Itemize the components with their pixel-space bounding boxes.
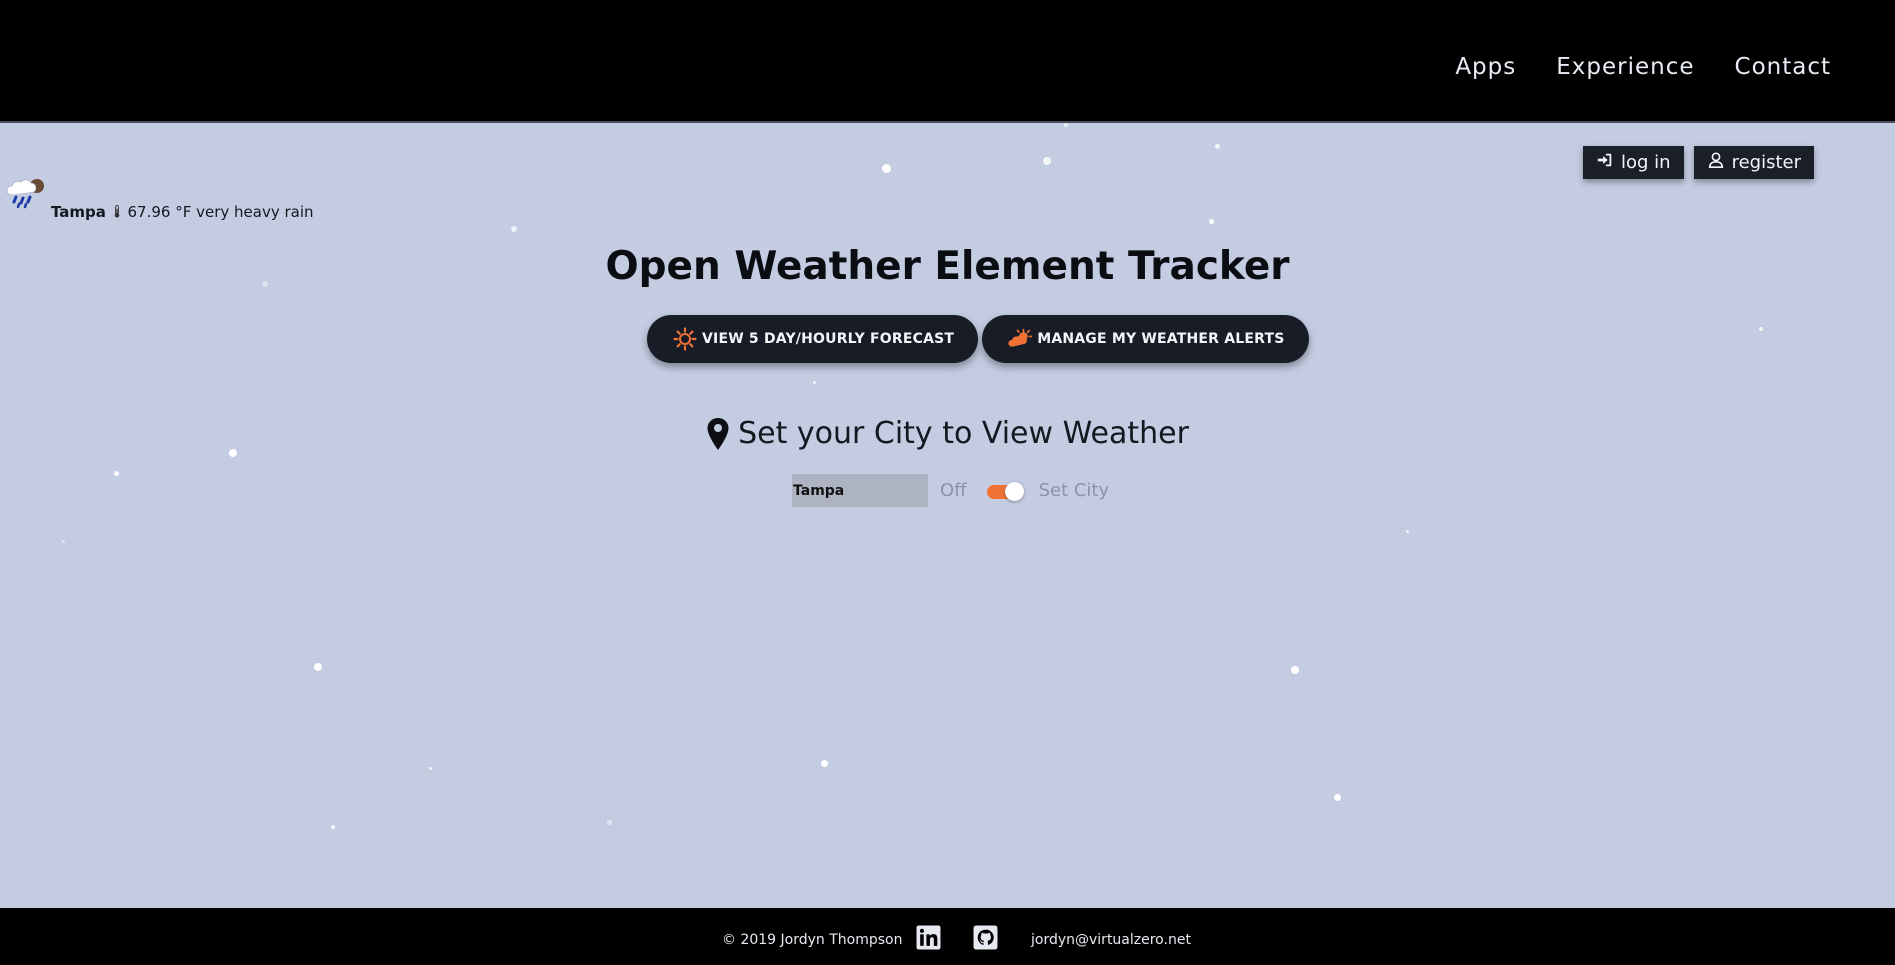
- toggle-knob: [1004, 481, 1024, 501]
- page: Apps Experience Contact log in register: [0, 0, 1895, 965]
- nav-link-contact[interactable]: Contact: [1735, 54, 1831, 80]
- current-weather-line: Tampa 67.96 °F very heavy rain: [51, 203, 314, 221]
- register-label: register: [1731, 152, 1801, 173]
- nav-link-experience[interactable]: Experience: [1556, 54, 1694, 80]
- top-nav: Apps Experience Contact: [0, 0, 1895, 123]
- manage-alerts-label: MANAGE MY WEATHER ALERTS: [1037, 331, 1285, 347]
- nav-links: Apps Experience Contact: [1455, 54, 1831, 80]
- page-title: Open Weather Element Tracker: [605, 244, 1290, 289]
- view-forecast-label: VIEW 5 DAY/HOURLY FORECAST: [702, 331, 955, 347]
- footer: © 2019 Jordyn Thompson jordyn@virtualzer…: [0, 908, 1895, 965]
- register-button[interactable]: register: [1693, 146, 1814, 179]
- cloud-sun-icon: [1008, 328, 1033, 347]
- toggle-on-label: Set City: [1038, 480, 1110, 501]
- thermometer-icon: [114, 205, 120, 218]
- footer-email[interactable]: jordyn@virtualzero.net: [1031, 932, 1191, 948]
- login-button[interactable]: log in: [1583, 146, 1684, 179]
- city-input[interactable]: [792, 474, 928, 507]
- toggle-off-label: Off: [940, 480, 967, 501]
- set-city-toggle[interactable]: [986, 481, 1024, 501]
- user-icon: [1707, 151, 1725, 174]
- current-city: Tampa: [51, 203, 106, 221]
- manage-alerts-button[interactable]: MANAGE MY WEATHER ALERTS: [982, 315, 1309, 363]
- copyright: © 2019 Jordyn Thompson: [722, 932, 903, 948]
- view-forecast-button[interactable]: VIEW 5 DAY/HOURLY FORECAST: [647, 315, 979, 363]
- rain-cloud-icon: [6, 179, 44, 209]
- set-city-heading: Set your City to View Weather: [0, 416, 1895, 451]
- sign-in-icon: [1596, 151, 1614, 174]
- map-pin-icon: [707, 417, 729, 450]
- login-label: log in: [1621, 152, 1671, 173]
- action-buttons: VIEW 5 DAY/HOURLY FORECAST MANAGE MY WEA…: [647, 315, 1309, 363]
- sun-gear-icon: [673, 327, 697, 351]
- city-form: Off Set City: [792, 474, 1109, 507]
- nav-link-apps[interactable]: Apps: [1455, 54, 1516, 80]
- linkedin-icon[interactable]: [916, 925, 941, 950]
- github-icon[interactable]: [973, 925, 998, 950]
- current-description: very heavy rain: [196, 203, 314, 221]
- set-city-text: Set your City to View Weather: [738, 416, 1189, 451]
- auth-buttons: log in register: [1583, 146, 1814, 179]
- current-temperature: 67.96 °F: [127, 203, 192, 221]
